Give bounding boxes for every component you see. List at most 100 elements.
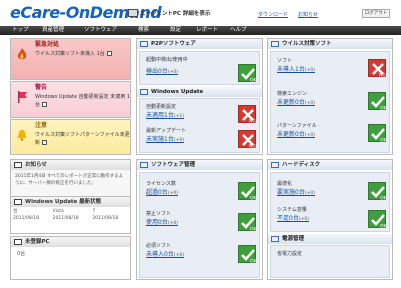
ok-text: OK (250, 227, 257, 233)
notice-alert[interactable]: 注意 ウイルス対策ソフトパターンファイル未更新 (10, 119, 131, 155)
detail-icon[interactable] (106, 51, 112, 56)
monitor-icon (128, 9, 138, 17)
news-link[interactable]: お知らせ (298, 11, 318, 18)
hdd-item2-label: システム容量 (277, 207, 307, 213)
virus-item3-link[interactable]: 未更新0台(+0) (277, 129, 315, 138)
virus-item1-link[interactable]: 未導入1台(+0) (277, 64, 315, 73)
ok-text: OK (380, 106, 387, 112)
unregistered-title: 未登録PC (25, 239, 50, 245)
header: eCare-OnDemand エージェントPC 詳細を表示 ダウンロード お知ら… (0, 0, 401, 26)
software-panel: ライセンス数 超過0台(+0) OK 禁止ソフト 使用0台(+0) OK 必須ソ… (139, 172, 260, 278)
ng-status-icon: NG (238, 130, 256, 149)
hdd-item2-link[interactable]: 不足0台(+0) (277, 213, 309, 222)
ok-status-icon: OK (368, 210, 387, 229)
virus-item2-label: 検索エンジン (277, 91, 308, 97)
agent-pc-link[interactable]: エージェントPC 詳細を表示 (128, 9, 210, 17)
wupdate-panel: 自動更新設定 未適用1台(+1) NG 最新アップデート 未実施1台(+0) N… (139, 98, 260, 153)
monitor-icon (140, 162, 148, 168)
nav-report[interactable]: レポート (196, 26, 218, 35)
ok-text: OK (380, 196, 387, 202)
wupdate-item1-link[interactable]: 未適用1台(+1) (146, 110, 184, 119)
virus-item2-link[interactable]: 未更新0台(+0) (277, 97, 315, 106)
hdd-item1-label: 最適化 (277, 181, 293, 187)
monitor-icon (14, 239, 22, 245)
news-title: お知らせ (25, 162, 47, 168)
download-link[interactable]: ダウンロード (258, 11, 288, 18)
monitor-icon (271, 41, 279, 47)
ok-status-icon: OK (238, 213, 257, 233)
wu-latest-title: Windows Update 最新状態 (25, 199, 102, 205)
urgent-alert[interactable]: 緊急対処 ウイルス対策ソフト未導入 1台 (10, 38, 131, 80)
notice-line: ウイルス対策ソフトパターンファイル未更新 (35, 132, 130, 146)
ng-status-icon: NG (368, 59, 386, 79)
detail-icon[interactable] (42, 102, 48, 107)
hdd-panel: 最適化 要実施0台(+0) OK システム容量 不足0台(+0) OK (270, 172, 390, 232)
virus-panel: ソフト 未導入1台(+0) NG 検索エンジン 未更新0台(+0) OK パター… (270, 51, 390, 153)
nav-software[interactable]: ソフトウェア (84, 26, 117, 35)
wu-latest-table: 台 Vista 7 2011/08/18 2011/08/18 2011/08/18 (11, 207, 130, 222)
ng-status-icon: NG (238, 105, 256, 125)
p2p-item1-link[interactable]: 検出0台(+0) (146, 66, 178, 75)
virus-title: ウイルス対策ソフト (282, 41, 332, 47)
logout-button[interactable]: ログアウト (362, 9, 390, 18)
urgent-line: ウイルス対策ソフト未導入 1台 (35, 51, 105, 57)
ok-status-icon: OK (238, 245, 257, 265)
nav-search[interactable]: 検索 (138, 26, 149, 35)
unregistered-value[interactable]: 0台 (11, 247, 130, 260)
page: eCare-OnDemand エージェントPC 詳細を表示 ダウンロード お知ら… (0, 0, 401, 288)
dashboard: 緊急対処 ウイルス対策ソフト未導入 1台 警告 Windows Update 自… (10, 38, 393, 284)
top-links: ダウンロード お知らせ (258, 11, 318, 18)
soft-item1-link[interactable]: 超過0台(+0) (146, 187, 178, 196)
fire-icon (17, 48, 27, 60)
hdd-box: ハードディスク 最適化 要実施0台(+0) OK システム容量 不足0台(+0)… (267, 159, 393, 280)
ok-status-icon: OK (368, 182, 387, 202)
wu-header-2: Vista (52, 208, 64, 214)
monitor-icon (271, 162, 279, 168)
soft-item2-link[interactable]: 使用0台(+0) (146, 217, 178, 226)
wu-latest-box: Windows Update 最新状態 台 Vista 7 2011/08/18 20… (10, 196, 131, 234)
nav-settings[interactable]: 設定 (170, 26, 181, 35)
ok-text: OK (250, 259, 257, 265)
ok-status-icon: OK (368, 124, 387, 144)
wupdate-title: Windows Update (151, 89, 204, 95)
virus-item3-label: パターンファイル (277, 123, 317, 129)
middle-top-box: P2Pソフトウェア 起動中検出/使用中 検出0台(+0) OK Windows … (136, 38, 263, 155)
hdd-item1-link[interactable]: 要実施0台(+0) (277, 187, 315, 196)
p2p-item1-label: 起動中検出/使用中 (146, 57, 188, 63)
wupdate-item1-label: 自動更新設定 (146, 104, 177, 110)
wu-cell-2: 2011/08/18 (52, 216, 79, 221)
ng-text: NG (249, 119, 256, 125)
news-text: 2011年1月4日 すべてのレポートが正常に動作するように、サーバー側の修正を行… (15, 174, 124, 186)
agent-pc-label: エージェントPC 詳細を表示 (140, 11, 211, 17)
ok-text: OK (250, 78, 257, 84)
ok-status-icon: OK (238, 64, 257, 84)
virus-box: ウイルス対策ソフト ソフト 未導入1台(+0) NG 検索エンジン 未更新0台(… (267, 38, 393, 155)
p2p-title: P2Pソフトウェア (151, 41, 196, 47)
ng-text: NG (379, 73, 386, 79)
nav-help[interactable]: ヘルプ (230, 26, 247, 35)
wu-header-3: 7 (92, 208, 96, 214)
ok-text: OK (250, 196, 257, 202)
monitor-icon (140, 41, 148, 47)
soft-item3-label: 必須ソフト (146, 243, 172, 249)
soft-item3-link[interactable]: 未導入0台(+0) (146, 249, 184, 258)
nav-assets[interactable]: 資産管理 (42, 26, 64, 35)
wupdate-item2-link[interactable]: 未実施1台(+0) (146, 134, 184, 143)
soft-item1-label: ライセンス数 (146, 181, 176, 187)
detail-icon[interactable] (42, 140, 48, 145)
p2p-panel: 起動中検出/使用中 検出0台(+0) OK (139, 51, 260, 85)
wu-header-1: 台 (13, 209, 18, 214)
monitor-icon (14, 199, 22, 205)
ok-text: OK (380, 138, 387, 144)
warning-line: Windows Update 自動更新設定 未適用 1台 (35, 94, 130, 108)
virus-item1-label: ソフト (277, 58, 293, 64)
bell-icon (17, 130, 27, 141)
power-item1-label: 省電力設定 (277, 251, 303, 257)
unregistered-pc-box: 未登録PC 0台 (10, 236, 131, 280)
soft-item2-label: 禁止ソフト (146, 211, 172, 217)
monitor-icon (14, 162, 22, 168)
warning-alert[interactable]: 警告 Windows Update 自動更新設定 未適用 1台 (10, 81, 131, 118)
nav-top[interactable]: トップ (12, 26, 29, 35)
software-title: ソフトウェア管理 (151, 162, 196, 168)
ok-status-icon: OK (238, 182, 257, 202)
